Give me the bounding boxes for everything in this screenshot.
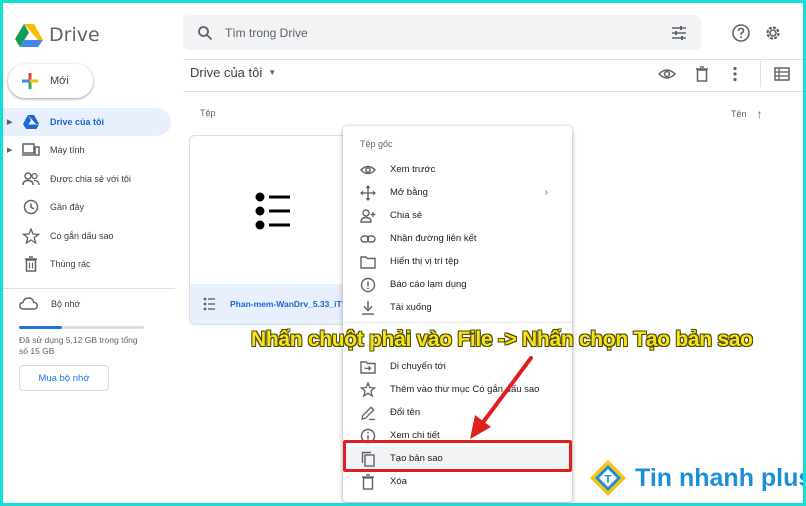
brand-logo-icon: T — [590, 460, 626, 496]
svg-text:T: T — [605, 474, 612, 486]
watermark-text: Tin nhanh plus — [635, 463, 803, 492]
red-arrow-icon — [470, 356, 533, 439]
watermark-brand: T Tin nhanh plus — [589, 459, 803, 497]
drive-window: Drive Tìm trong Drive Mới ▶ Drive của tô… — [3, 3, 803, 503]
